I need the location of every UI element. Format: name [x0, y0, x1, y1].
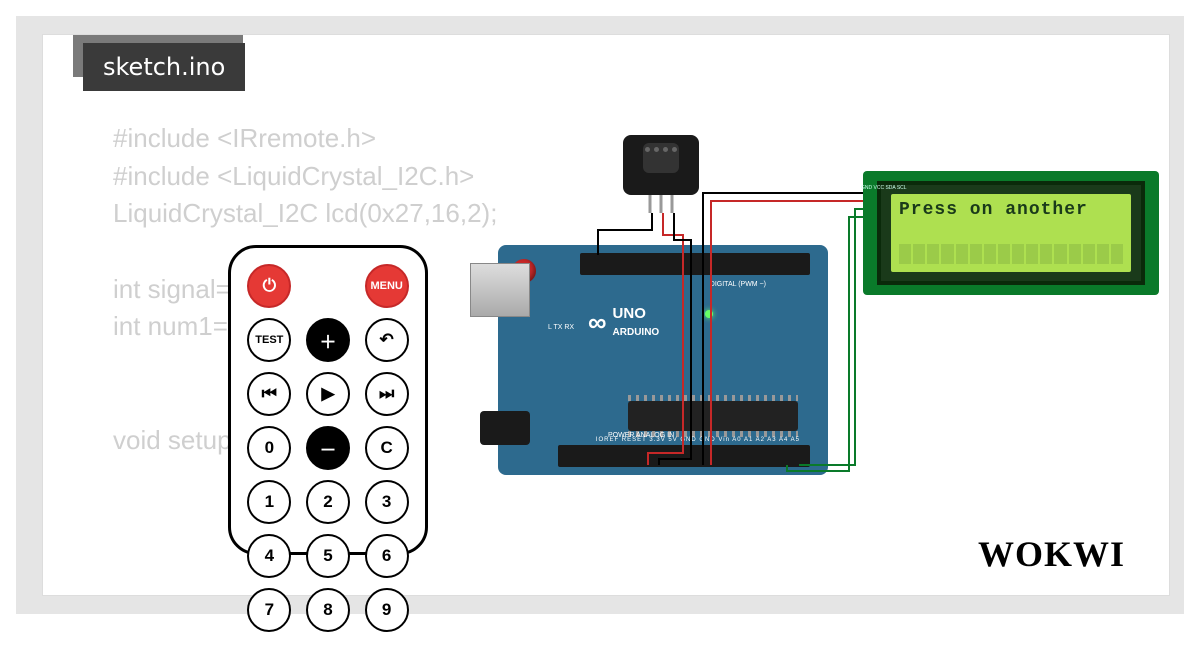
remote-btn-test[interactable]: TEST [247, 318, 291, 362]
remote-btn-plus[interactable]: ＋ [306, 318, 350, 362]
txrx-labels: L TX RX [548, 323, 574, 332]
remote-btn-prev[interactable]: ⏮ [247, 372, 291, 416]
pwm-label: DIGITAL (PWM ~) [708, 281, 768, 288]
ir-remote-control[interactable]: ⏻MENUTEST＋↶⏮▶⏭0－C123456789 [228, 245, 428, 555]
remote-button-grid: ⏻ MENU TEST ＋ ↶ ⏮ ▶ ⏭ 0 － C 123 456 789 [245, 264, 411, 632]
remote-btn-clear[interactable]: C [365, 426, 409, 470]
remote-btn-minus[interactable]: － [306, 426, 350, 470]
power-label: POWER ANALOG IN [608, 432, 674, 439]
atmega-chip [628, 401, 798, 431]
usb-port [470, 263, 530, 317]
arduino-uno-board[interactable]: ∞ UNOARDUINO L TX RX DIGITAL (PWM ~) IOR… [498, 245, 828, 475]
remote-btn-num-0[interactable]: 0 [247, 426, 291, 470]
remote-btn-num-9[interactable]: 9 [365, 588, 409, 632]
file-tab[interactable]: sketch.ino [83, 43, 245, 91]
remote-btn-next[interactable]: ⏭ [365, 372, 409, 416]
remote-btn-num-4[interactable]: 4 [247, 534, 291, 578]
wokwi-logo: WOKWI [978, 533, 1125, 575]
remote-btn-menu[interactable]: MENU [365, 264, 409, 308]
remote-btn-num-8[interactable]: 8 [306, 588, 350, 632]
lcd-pin-labels: GND VCC SDA SCL [861, 185, 907, 191]
ir-receiver-module[interactable] [623, 135, 699, 195]
main-card: sketch.ino #include <IRremote.h> #includ… [42, 34, 1170, 596]
lcd-screen: Press on another [891, 194, 1131, 272]
barrel-jack [480, 411, 530, 445]
on-led-icon [705, 310, 713, 318]
power-header [558, 445, 648, 467]
digital-header [580, 253, 810, 275]
remote-btn-back[interactable]: ↶ [365, 318, 409, 362]
remote-btn-num-3[interactable]: 3 [365, 480, 409, 524]
remote-btn-num-2[interactable]: 2 [306, 480, 350, 524]
remote-btn-num-1[interactable]: 1 [247, 480, 291, 524]
lcd-line1: Press on another [899, 200, 1088, 220]
arduino-logo: ∞ UNOARDUINO [588, 305, 659, 339]
remote-btn-power[interactable]: ⏻ [247, 264, 291, 308]
remote-btn-num-7[interactable]: 7 [247, 588, 291, 632]
remote-btn-num-5[interactable]: 5 [306, 534, 350, 578]
remote-btn-play[interactable]: ▶ [306, 372, 350, 416]
remote-btn-num-6[interactable]: 6 [365, 534, 409, 578]
lcd-1602-module[interactable]: GND VCC SDA SCL Press on another [863, 171, 1159, 295]
